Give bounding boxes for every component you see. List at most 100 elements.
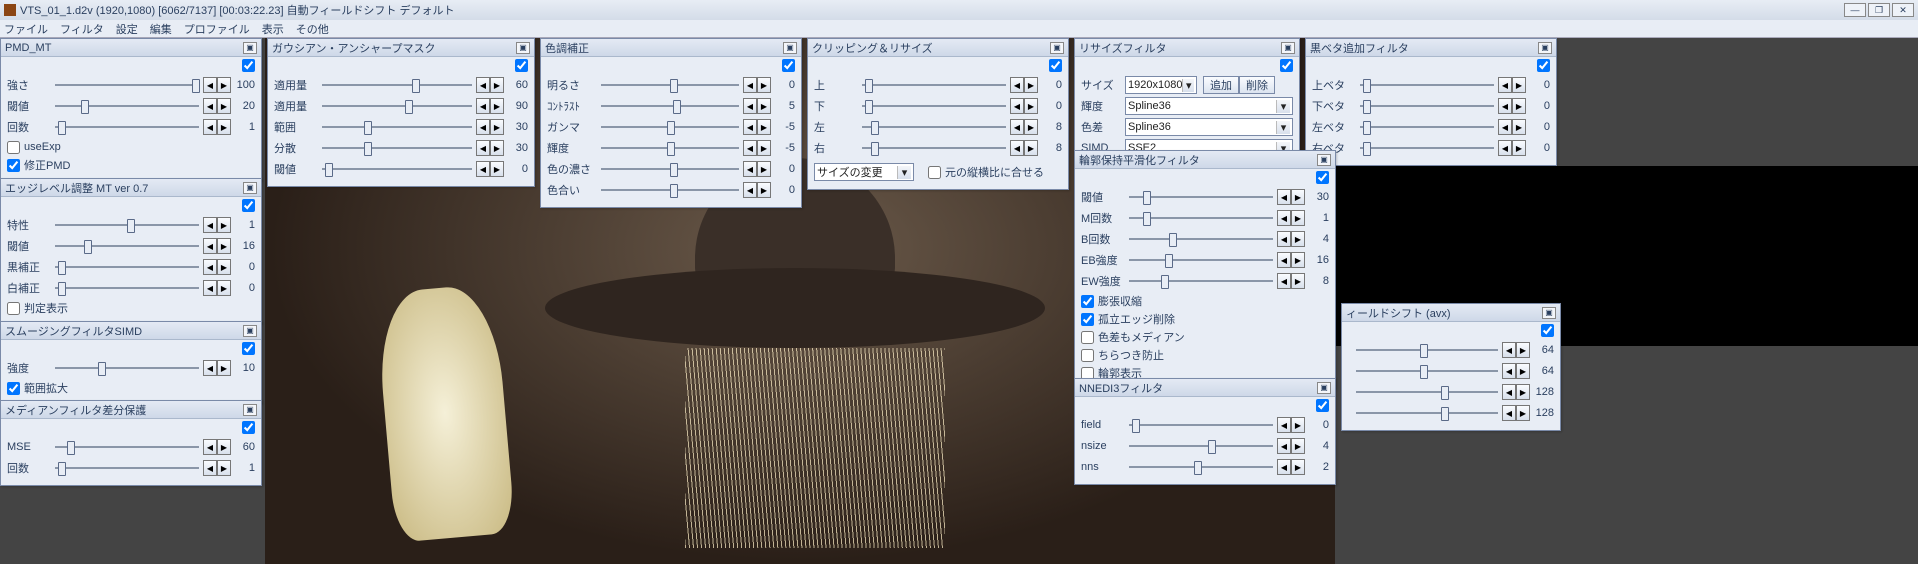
spin-left-icon[interactable]: ◀ <box>203 460 217 476</box>
panel-enable-checkbox[interactable] <box>1537 59 1550 72</box>
spin-left-icon[interactable]: ◀ <box>1502 405 1516 421</box>
slider[interactable] <box>55 439 199 455</box>
spin-right-icon[interactable]: ▶ <box>1291 273 1305 289</box>
spin-left-icon[interactable]: ◀ <box>1010 140 1024 156</box>
panel-enable-checkbox[interactable] <box>1316 399 1329 412</box>
panel-header[interactable]: エッジレベル調整 MT ver 0.7 ▣ <box>1 179 261 197</box>
slider[interactable] <box>1129 231 1273 247</box>
spin-left-icon[interactable]: ◀ <box>1277 417 1291 433</box>
menu-filter[interactable]: フィルタ <box>60 21 104 37</box>
spin-left-icon[interactable]: ◀ <box>1277 252 1291 268</box>
spin-right-icon[interactable]: ▶ <box>217 238 231 254</box>
menu-edit[interactable]: 編集 <box>150 21 172 37</box>
spin-right-icon[interactable]: ▶ <box>757 98 771 114</box>
spin-right-icon[interactable]: ▶ <box>490 119 504 135</box>
spin-right-icon[interactable]: ▶ <box>757 140 771 156</box>
size-combo[interactable]: 1920x1080▾ <box>1125 76 1197 94</box>
panel-header[interactable]: ガウシアン・アンシャープマスク ▣ <box>268 39 534 57</box>
spin-right-icon[interactable]: ▶ <box>217 77 231 93</box>
spin-left-icon[interactable]: ◀ <box>476 161 490 177</box>
panel-enable-checkbox[interactable] <box>242 59 255 72</box>
minimize-button[interactable]: — <box>1844 3 1866 17</box>
slider[interactable] <box>601 98 739 114</box>
panel-collapse-icon[interactable]: ▣ <box>1317 382 1331 394</box>
spin-left-icon[interactable]: ◀ <box>743 77 757 93</box>
spin-right-icon[interactable]: ▶ <box>490 77 504 93</box>
slider[interactable] <box>1129 189 1273 205</box>
slider[interactable] <box>862 119 1006 135</box>
spin-left-icon[interactable]: ◀ <box>1498 140 1512 156</box>
panel-collapse-icon[interactable]: ▣ <box>516 42 530 54</box>
checkbox[interactable] <box>1081 349 1094 362</box>
close-button[interactable]: ✕ <box>1892 3 1914 17</box>
spin-right-icon[interactable]: ▶ <box>1512 119 1526 135</box>
spin-right-icon[interactable]: ▶ <box>217 460 231 476</box>
spin-left-icon[interactable]: ◀ <box>476 98 490 114</box>
slider[interactable] <box>1356 342 1498 358</box>
algo-combo[interactable]: Spline36▾ <box>1125 97 1293 115</box>
spin-left-icon[interactable]: ◀ <box>476 140 490 156</box>
spin-right-icon[interactable]: ▶ <box>1512 77 1526 93</box>
spin-right-icon[interactable]: ▶ <box>1512 98 1526 114</box>
spin-right-icon[interactable]: ▶ <box>217 259 231 275</box>
spin-left-icon[interactable]: ◀ <box>743 140 757 156</box>
spin-left-icon[interactable]: ◀ <box>203 259 217 275</box>
panel-collapse-icon[interactable]: ▣ <box>243 404 257 416</box>
slider[interactable] <box>1360 77 1494 93</box>
spin-right-icon[interactable]: ▶ <box>1024 140 1038 156</box>
spin-left-icon[interactable]: ◀ <box>203 280 217 296</box>
spin-right-icon[interactable]: ▶ <box>217 119 231 135</box>
slider[interactable] <box>1129 438 1273 454</box>
menu-file[interactable]: ファイル <box>4 21 48 37</box>
panel-collapse-icon[interactable]: ▣ <box>1542 307 1556 319</box>
panel-collapse-icon[interactable]: ▣ <box>243 325 257 337</box>
spin-right-icon[interactable]: ▶ <box>1516 342 1530 358</box>
spin-left-icon[interactable]: ◀ <box>1498 119 1512 135</box>
spin-left-icon[interactable]: ◀ <box>1502 384 1516 400</box>
slider[interactable] <box>1129 252 1273 268</box>
spin-right-icon[interactable]: ▶ <box>217 217 231 233</box>
spin-right-icon[interactable]: ▶ <box>1291 438 1305 454</box>
spin-right-icon[interactable]: ▶ <box>757 119 771 135</box>
maximize-button[interactable]: ❐ <box>1868 3 1890 17</box>
slider[interactable] <box>55 360 199 376</box>
panel-header[interactable]: メディアンフィルタ差分保護 ▣ <box>1 401 261 419</box>
spin-right-icon[interactable]: ▶ <box>1516 384 1530 400</box>
spin-right-icon[interactable]: ▶ <box>1291 459 1305 475</box>
spin-right-icon[interactable]: ▶ <box>217 439 231 455</box>
menu-view[interactable]: 表示 <box>262 21 284 37</box>
spin-right-icon[interactable]: ▶ <box>1291 189 1305 205</box>
spin-left-icon[interactable]: ◀ <box>743 119 757 135</box>
slider[interactable] <box>55 259 199 275</box>
slider[interactable] <box>1356 384 1498 400</box>
slider[interactable] <box>601 119 739 135</box>
panel-collapse-icon[interactable]: ▣ <box>783 42 797 54</box>
spin-right-icon[interactable]: ▶ <box>1024 98 1038 114</box>
slider[interactable] <box>322 98 472 114</box>
slider[interactable] <box>322 119 472 135</box>
panel-header[interactable]: PMD_MT ▣ <box>1 39 261 57</box>
spin-left-icon[interactable]: ◀ <box>1498 98 1512 114</box>
spin-left-icon[interactable]: ◀ <box>1502 342 1516 358</box>
spin-left-icon[interactable]: ◀ <box>203 360 217 376</box>
spin-left-icon[interactable]: ◀ <box>476 77 490 93</box>
spin-right-icon[interactable]: ▶ <box>1512 140 1526 156</box>
spin-right-icon[interactable]: ▶ <box>1516 405 1530 421</box>
checkbox-row[interactable]: 膨張収縮 <box>1081 292 1329 310</box>
slider[interactable] <box>55 98 199 114</box>
panel-collapse-icon[interactable]: ▣ <box>1050 42 1064 54</box>
panel-enable-checkbox[interactable] <box>782 59 795 72</box>
panel-header[interactable]: リサイズフィルタ ▣ <box>1075 39 1299 57</box>
spin-right-icon[interactable]: ▶ <box>1291 252 1305 268</box>
checkbox[interactable] <box>7 302 20 315</box>
resize-mode-combo[interactable]: サイズの変更▾ <box>814 163 914 181</box>
aspect-checkbox-row[interactable]: 元の縦横比に合せる <box>928 163 1044 181</box>
slider[interactable] <box>1129 210 1273 226</box>
checkbox-row[interactable]: useExp <box>7 138 255 156</box>
slider[interactable] <box>601 161 739 177</box>
panel-header[interactable]: 黒ベタ追加フィルタ ▣ <box>1306 39 1556 57</box>
panel-collapse-icon[interactable]: ▣ <box>1538 42 1552 54</box>
spin-left-icon[interactable]: ◀ <box>203 77 217 93</box>
spin-left-icon[interactable]: ◀ <box>1277 189 1291 205</box>
menu-settings[interactable]: 設定 <box>116 21 138 37</box>
